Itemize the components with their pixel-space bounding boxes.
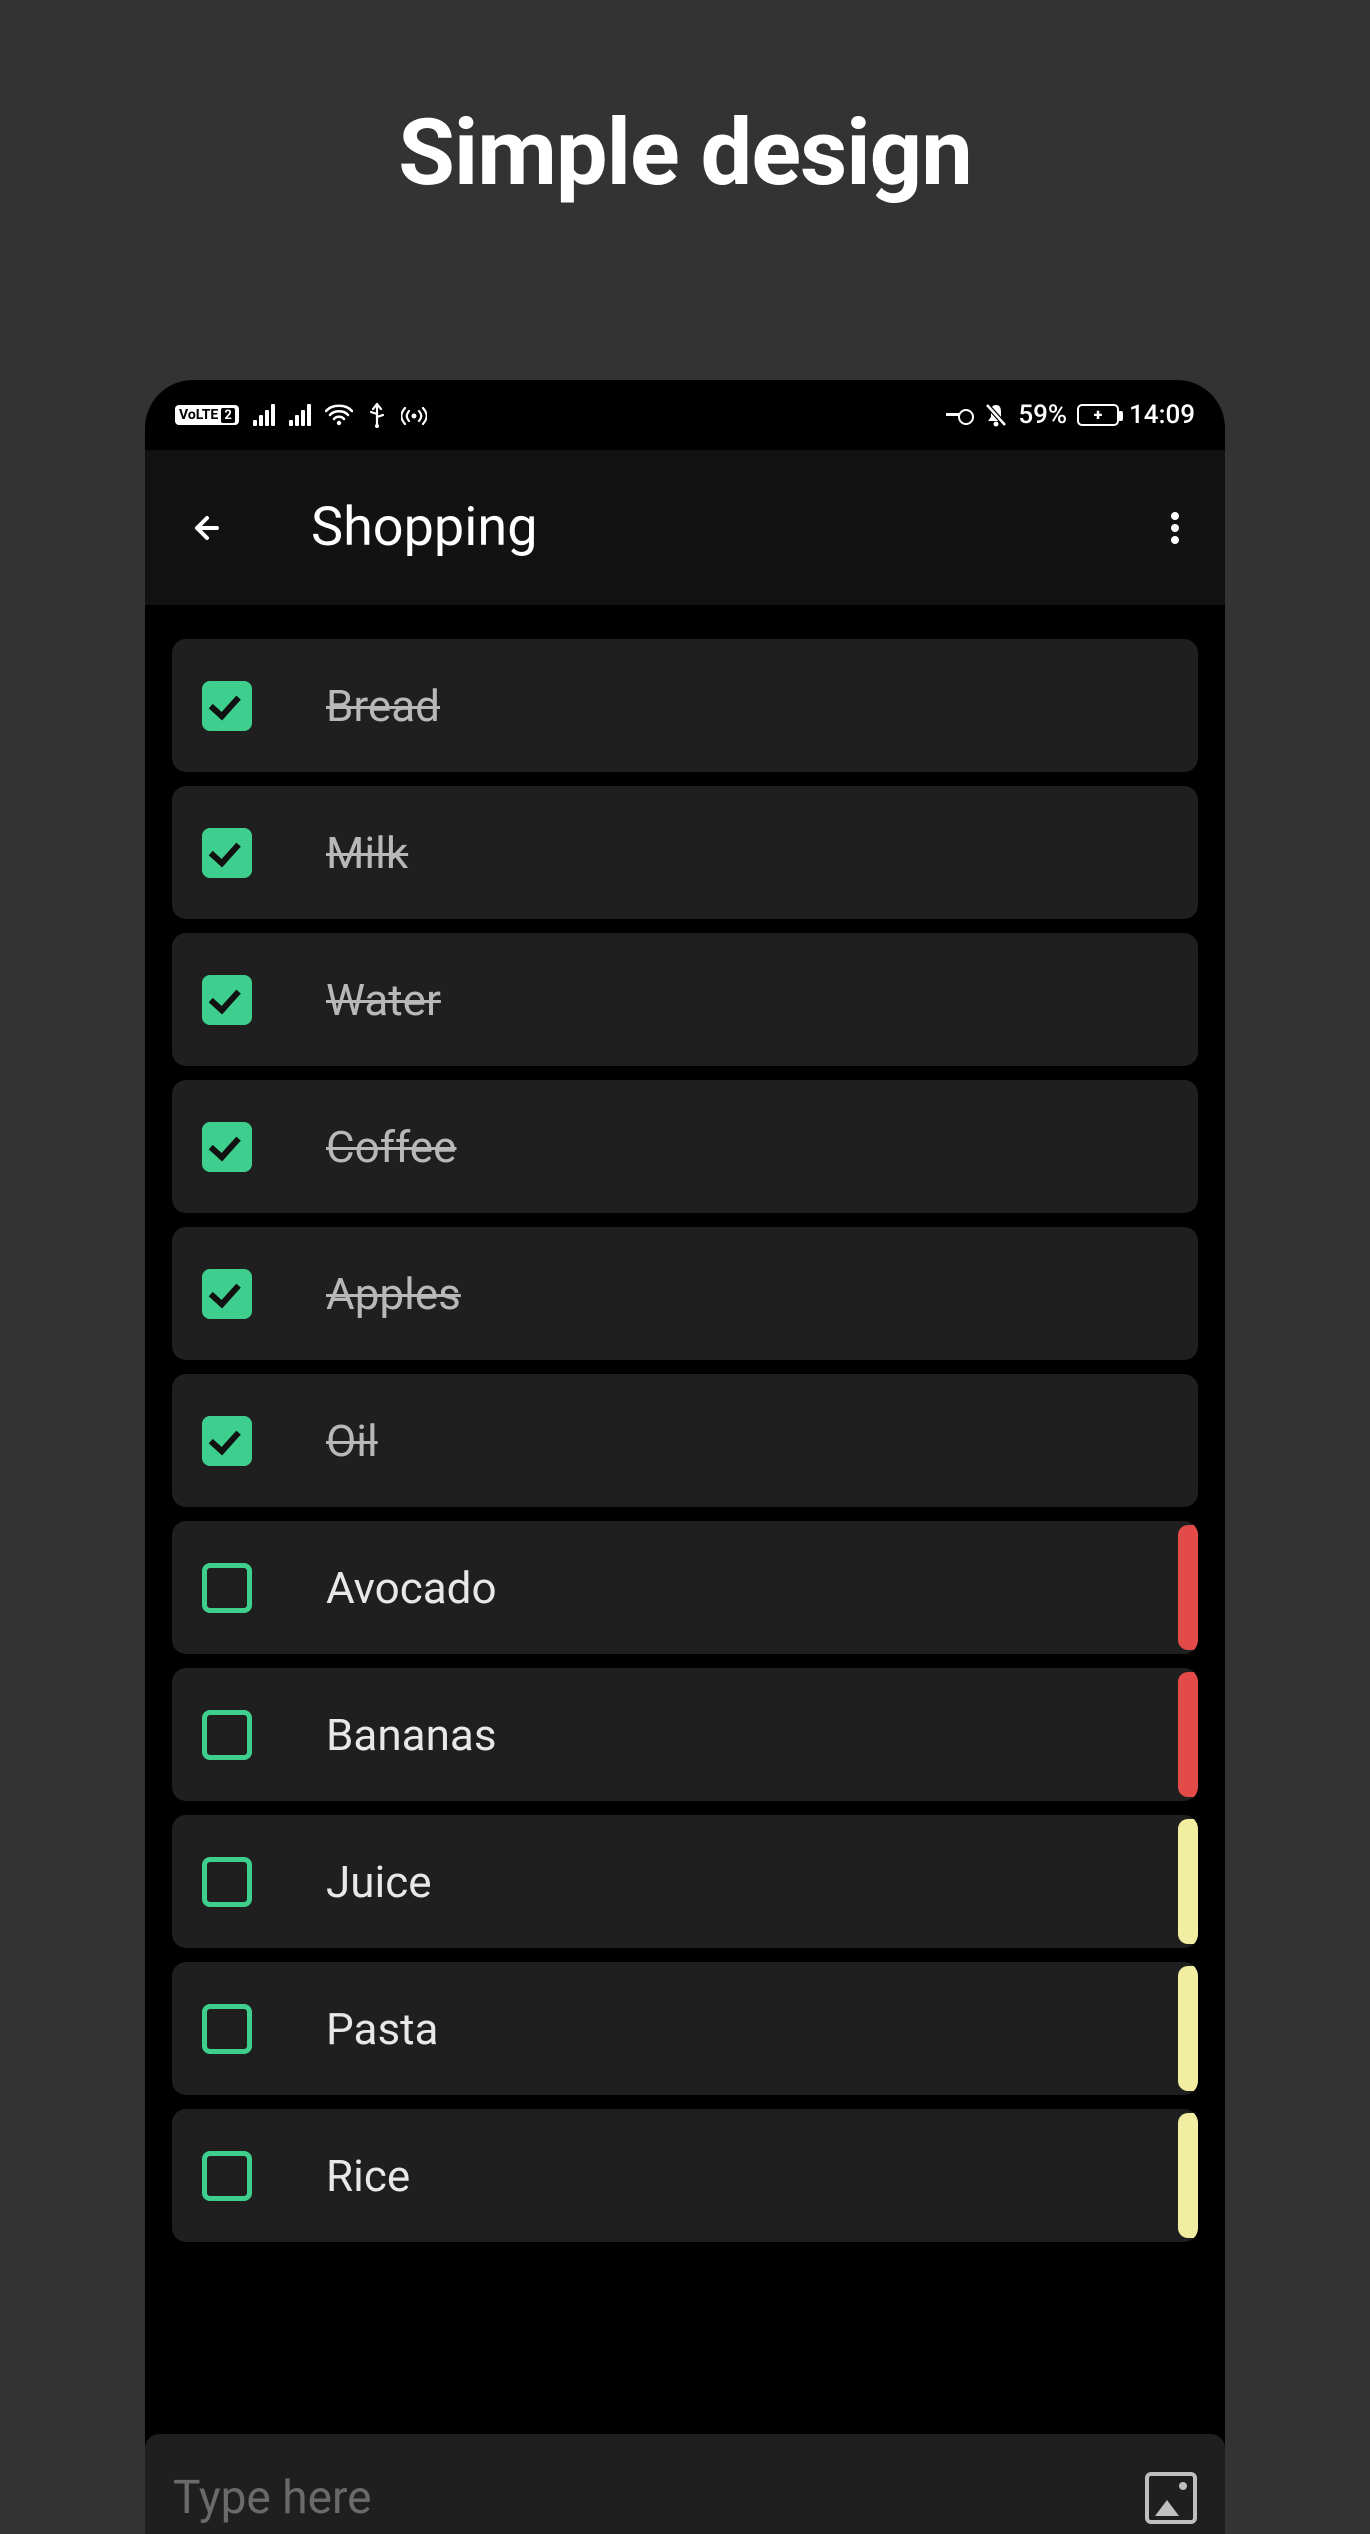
- signal-icon: [253, 404, 275, 426]
- volte-label: VoLTE: [179, 407, 218, 423]
- list-item[interactable]: Bananas: [172, 1668, 1198, 1801]
- item-label: Juice: [326, 1856, 432, 1908]
- item-checkbox[interactable]: [202, 1710, 252, 1760]
- list-item[interactable]: Apples: [172, 1227, 1198, 1360]
- list-item[interactable]: Milk: [172, 786, 1198, 919]
- item-label: Milk: [326, 827, 408, 879]
- list-item[interactable]: Avocado: [172, 1521, 1198, 1654]
- status-right: 59% + 14:09: [946, 400, 1195, 430]
- item-checkbox[interactable]: [202, 681, 252, 731]
- new-item-input[interactable]: [173, 2471, 1145, 2525]
- promo-headline: Simple design: [0, 0, 1370, 207]
- more-menu-button[interactable]: [1135, 488, 1215, 568]
- clock: 14:09: [1129, 400, 1195, 430]
- list-item[interactable]: Pasta: [172, 1962, 1198, 2095]
- wifi-icon: [325, 404, 353, 426]
- item-label: Oil: [326, 1415, 378, 1467]
- composer-bar: [145, 2434, 1225, 2534]
- item-checkbox[interactable]: [202, 828, 252, 878]
- attach-image-button[interactable]: [1145, 2472, 1197, 2524]
- check-icon: [209, 687, 241, 720]
- item-checkbox[interactable]: [202, 975, 252, 1025]
- signal-icon-2: [289, 404, 311, 426]
- check-icon: [209, 1422, 241, 1455]
- task-list[interactable]: Bread Milk Water Coffee Apples Oil Avocado Bana…: [145, 605, 1225, 2268]
- list-item[interactable]: Oil: [172, 1374, 1198, 1507]
- phone-frame: VoLTE 2: [145, 380, 1225, 2534]
- more-vert-icon: [1171, 508, 1179, 548]
- arrow-left-icon: [187, 506, 231, 550]
- vpn-key-icon: [946, 408, 974, 422]
- list-item[interactable]: Coffee: [172, 1080, 1198, 1213]
- item-label: Avocado: [326, 1562, 497, 1614]
- battery-percent: 59%: [1018, 400, 1067, 430]
- status-left: VoLTE 2: [175, 402, 427, 428]
- usb-icon: [367, 402, 387, 428]
- item-checkbox[interactable]: [202, 1122, 252, 1172]
- volte-sim-number: 2: [221, 408, 234, 423]
- check-icon: [209, 981, 241, 1014]
- mute-icon: [984, 402, 1008, 428]
- battery-charging-icon: +: [1077, 404, 1119, 426]
- item-checkbox[interactable]: [202, 1269, 252, 1319]
- item-label: Bananas: [326, 1709, 497, 1761]
- priority-accent: [1178, 1819, 1198, 1944]
- item-label: Bread: [326, 680, 440, 732]
- item-checkbox[interactable]: [202, 1857, 252, 1907]
- app-bar: Shopping: [145, 450, 1225, 605]
- item-label: Water: [326, 974, 441, 1026]
- item-label: Rice: [326, 2150, 410, 2202]
- item-label: Pasta: [326, 2003, 439, 2055]
- check-icon: [209, 834, 241, 867]
- list-item[interactable]: Rice: [172, 2109, 1198, 2242]
- hotspot-icon: [401, 404, 427, 426]
- item-checkbox[interactable]: [202, 2151, 252, 2201]
- item-label: Coffee: [326, 1121, 456, 1173]
- priority-accent: [1178, 1525, 1198, 1650]
- list-item[interactable]: Bread: [172, 639, 1198, 772]
- item-checkbox[interactable]: [202, 1416, 252, 1466]
- item-checkbox[interactable]: [202, 2004, 252, 2054]
- priority-accent: [1178, 1672, 1198, 1797]
- item-checkbox[interactable]: [202, 1563, 252, 1613]
- volte-badge: VoLTE 2: [175, 405, 239, 425]
- item-label: Apples: [326, 1268, 461, 1320]
- priority-accent: [1178, 2113, 1198, 2238]
- page-title: Shopping: [249, 496, 1135, 559]
- status-bar: VoLTE 2: [145, 380, 1225, 450]
- check-icon: [209, 1128, 241, 1161]
- list-item[interactable]: Juice: [172, 1815, 1198, 1948]
- list-spacer: [145, 2268, 1225, 2412]
- back-button[interactable]: [169, 488, 249, 568]
- list-item[interactable]: Water: [172, 933, 1198, 1066]
- check-icon: [209, 1275, 241, 1308]
- priority-accent: [1178, 1966, 1198, 2091]
